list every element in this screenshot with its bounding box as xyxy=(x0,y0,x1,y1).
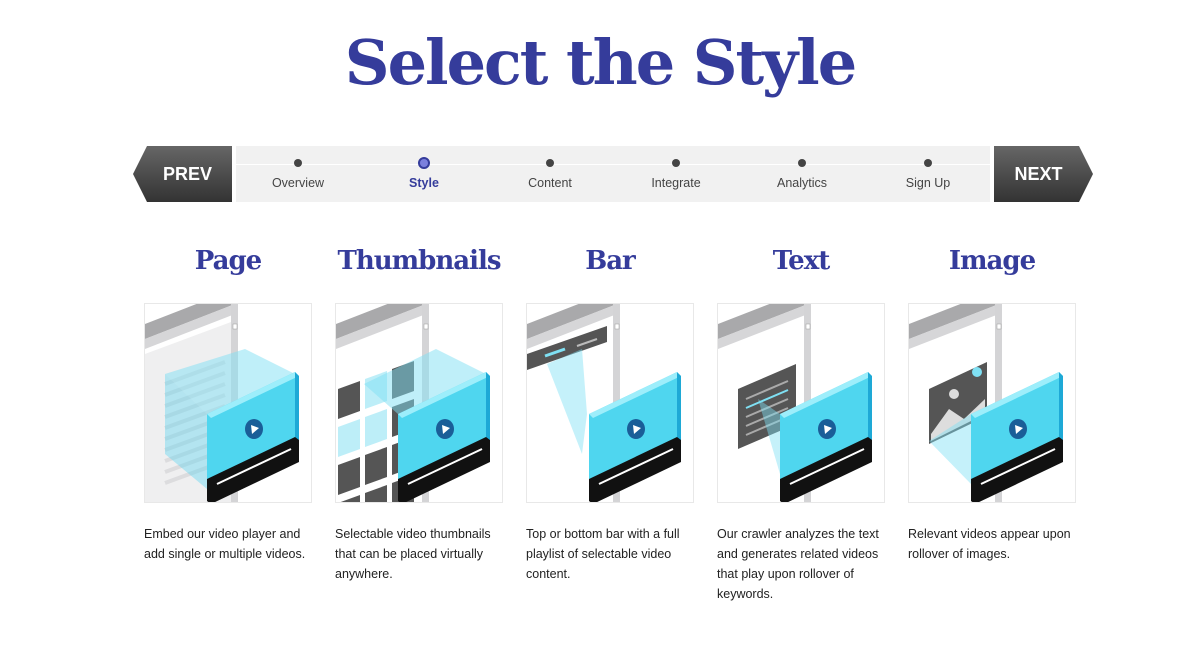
style-card-text: Text Our crawler analyzes the text and g… xyxy=(717,246,885,601)
thumbs-style-illustration xyxy=(336,304,502,502)
style-heading[interactable]: Bar xyxy=(526,246,694,296)
step-content[interactable]: Content xyxy=(490,146,610,202)
style-description: Relevant videos appear upon rollover of … xyxy=(908,527,1071,561)
style-description: Selectable video thumbnails that can be … xyxy=(335,527,491,581)
text-style-illustration xyxy=(718,304,884,502)
style-description: Top or bottom bar with a full playlist o… xyxy=(526,527,680,581)
step-label: Analytics xyxy=(776,176,828,190)
page-title: Select the Style xyxy=(344,26,857,99)
bar-style-illustration xyxy=(527,304,693,502)
style-option-text[interactable] xyxy=(717,303,885,503)
next-button[interactable]: NEXT xyxy=(994,146,1093,202)
style-heading[interactable]: Page xyxy=(144,246,312,296)
style-option-bar[interactable] xyxy=(526,303,694,503)
step-progress: Overview Style Content Integrate Analytics Si… xyxy=(236,146,990,202)
image-style-illustration xyxy=(909,304,1075,502)
step-dot xyxy=(294,159,302,167)
style-heading[interactable]: Text xyxy=(717,246,885,296)
step-dot xyxy=(924,159,932,167)
style-heading[interactable]: Thumbnails xyxy=(335,246,503,296)
step-label: Content xyxy=(528,176,572,190)
style-heading[interactable]: Image xyxy=(908,246,1076,296)
style-card-page: Page Embed our video player and add sing… xyxy=(144,246,312,561)
step-integrate[interactable]: Integrate xyxy=(616,146,736,202)
step-label: Style xyxy=(409,176,439,190)
step-dot xyxy=(546,159,554,167)
step-label: Sign Up xyxy=(905,176,951,190)
style-card-thumbs: Thumbnails Selectable video thumbnails t… xyxy=(335,246,503,581)
style-description: Our crawler analyzes the text and genera… xyxy=(717,527,879,601)
step-overview[interactable]: Overview xyxy=(238,146,358,202)
style-option-thumbs[interactable] xyxy=(335,303,503,503)
style-card-image: Image Relevant videos appear upon rollov… xyxy=(908,246,1076,561)
step-dot xyxy=(672,159,680,167)
step-dot xyxy=(798,159,806,167)
step-label: Overview xyxy=(271,176,325,190)
prev-button[interactable]: PREV xyxy=(133,146,232,202)
step-sign-up[interactable]: Sign Up xyxy=(868,146,988,202)
step-dot xyxy=(418,157,430,169)
style-card-bar: Bar Top or bottom bar with a full playli… xyxy=(526,246,694,581)
step-label: Integrate xyxy=(651,176,701,190)
page-style-illustration xyxy=(145,304,311,502)
step-style[interactable]: Style xyxy=(364,146,484,202)
style-option-page[interactable] xyxy=(144,303,312,503)
step-analytics[interactable]: Analytics xyxy=(742,146,862,202)
style-description: Embed our video player and add single or… xyxy=(144,527,306,561)
style-option-image[interactable] xyxy=(908,303,1076,503)
